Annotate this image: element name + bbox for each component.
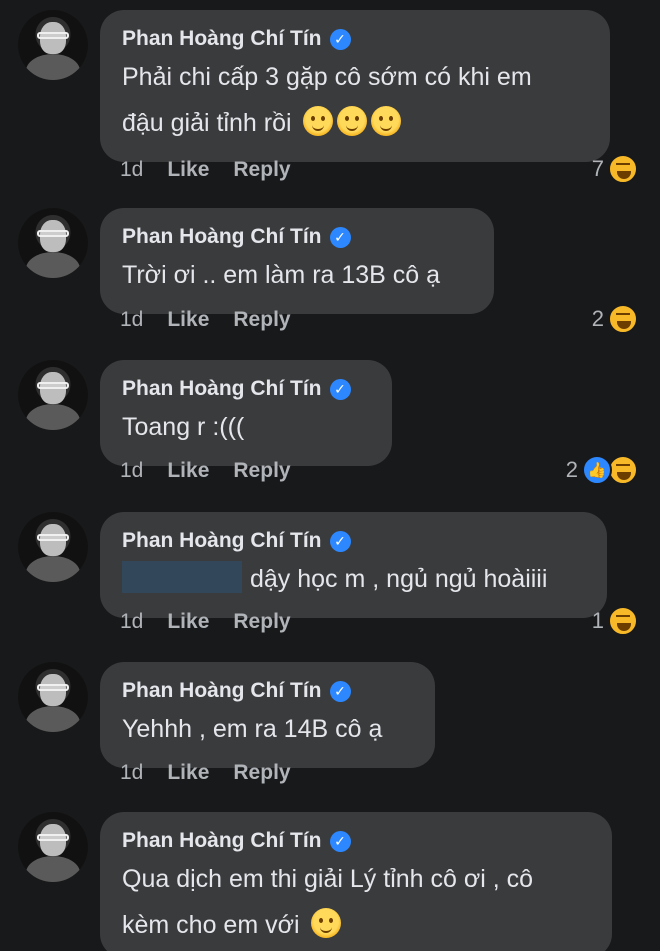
reaction-count: 7 [591, 156, 604, 181]
haha-icon [608, 154, 638, 184]
avatar[interactable] [18, 10, 88, 80]
comment-bubble: Phan Hoàng Chí Tín ✓ Phải chi cấp 3 gặp … [100, 10, 610, 162]
comment-actions: 1d Like Reply [120, 158, 291, 182]
reaction-summary[interactable]: 2 👍 [566, 455, 638, 485]
reply-button[interactable]: Reply [233, 158, 290, 182]
like-icon: 👍 [582, 455, 612, 485]
avatar[interactable] [18, 812, 88, 882]
comment-text-line: Trời ơi .. em làm ra 13B cô ạ [122, 261, 441, 289]
haha-icon [608, 304, 638, 334]
avatar[interactable] [18, 662, 88, 732]
author-name[interactable]: Phan Hoàng Chí Tín [122, 679, 322, 703]
comment-actions: 1d Like Reply [120, 459, 291, 483]
slightly-smiling-face-icon [310, 908, 341, 938]
slightly-smiling-face-icon [336, 106, 367, 136]
comment-text-line: dậy học m , ngủ ngủ hoàiiii [122, 556, 585, 602]
reaction-summary[interactable]: 7 [592, 154, 638, 184]
reply-button[interactable]: Reply [233, 459, 290, 483]
comment-actions: 1d Like Reply [120, 610, 291, 634]
comment-text-line: đậu giải tỉnh rồi [122, 109, 292, 137]
comment-text-line: Yehhh , em ra 14B cô ạ [122, 715, 383, 743]
comment-bubble: Phan Hoàng Chí Tín ✓ Trời ơi .. em làm r… [100, 208, 494, 314]
slightly-smiling-face-icon [370, 106, 401, 136]
comment-text-line-with-emoji: kèm cho em với [122, 902, 590, 948]
verified-badge-icon: ✓ [329, 680, 351, 702]
author-name[interactable]: Phan Hoàng Chí Tín [122, 377, 322, 401]
like-button[interactable]: Like [167, 761, 209, 785]
author-name[interactable]: Phan Hoàng Chí Tín [122, 27, 322, 51]
author-name[interactable]: Phan Hoàng Chí Tín [122, 225, 322, 249]
avatar[interactable] [18, 360, 88, 430]
comment-text-line: Toang r :((( [122, 413, 245, 441]
comment-text-line-with-emoji: đậu giải tỉnh rồi [122, 100, 588, 146]
comment-bubble: Phan Hoàng Chí Tín ✓ Toang r :((( [100, 360, 392, 466]
slightly-smiling-face-icon [302, 106, 333, 136]
comment-bubble: Phan Hoàng Chí Tín ✓ dậy học m , ngủ ngủ… [100, 512, 607, 618]
timestamp[interactable]: 1d [120, 610, 143, 634]
comment-bubble: Phan Hoàng Chí Tín ✓ Yehhh , em ra 14B c… [100, 662, 435, 768]
verified-badge-icon: ✓ [329, 830, 351, 852]
timestamp[interactable]: 1d [120, 459, 143, 483]
author-name[interactable]: Phan Hoàng Chí Tín [122, 829, 322, 853]
reply-button[interactable]: Reply [233, 308, 290, 332]
timestamp[interactable]: 1d [120, 761, 143, 785]
reply-button[interactable]: Reply [233, 610, 290, 634]
reaction-summary[interactable]: 2 [592, 304, 638, 334]
reaction-count: 2 [591, 306, 604, 331]
comment-actions: 1d Like Reply [120, 761, 291, 785]
reaction-count: 1 [591, 608, 604, 633]
comment-text-line: Qua dịch em thi giải Lý tỉnh cô ơi , cô [122, 865, 534, 893]
like-button[interactable]: Like [167, 610, 209, 634]
haha-icon [608, 455, 638, 485]
like-button[interactable]: Like [167, 459, 209, 483]
like-button[interactable]: Like [167, 158, 209, 182]
avatar[interactable] [18, 208, 88, 278]
comment-bubble: Phan Hoàng Chí Tín ✓ Qua dịch em thi giả… [100, 812, 612, 951]
comment-text: dậy học m , ngủ ngủ hoàiiii [250, 565, 548, 593]
reaction-summary[interactable]: 1 [592, 606, 638, 636]
author-name[interactable]: Phan Hoàng Chí Tín [122, 529, 322, 553]
timestamp[interactable]: 1d [120, 308, 143, 332]
avatar[interactable] [18, 512, 88, 582]
timestamp[interactable]: 1d [120, 158, 143, 182]
like-button[interactable]: Like [167, 308, 209, 332]
reply-button[interactable]: Reply [233, 761, 290, 785]
reaction-count: 2 [565, 457, 578, 482]
verified-badge-icon: ✓ [329, 28, 351, 50]
comment-actions: 1d Like Reply [120, 308, 291, 332]
haha-icon [608, 606, 638, 636]
comment-text-line: Phải chi cấp 3 gặp cô sớm có khi em [122, 63, 532, 91]
verified-badge-icon: ✓ [329, 226, 351, 248]
comment-text-line: kèm cho em với [122, 911, 300, 939]
redacted-mention [122, 561, 242, 593]
verified-badge-icon: ✓ [329, 530, 351, 552]
verified-badge-icon: ✓ [329, 378, 351, 400]
